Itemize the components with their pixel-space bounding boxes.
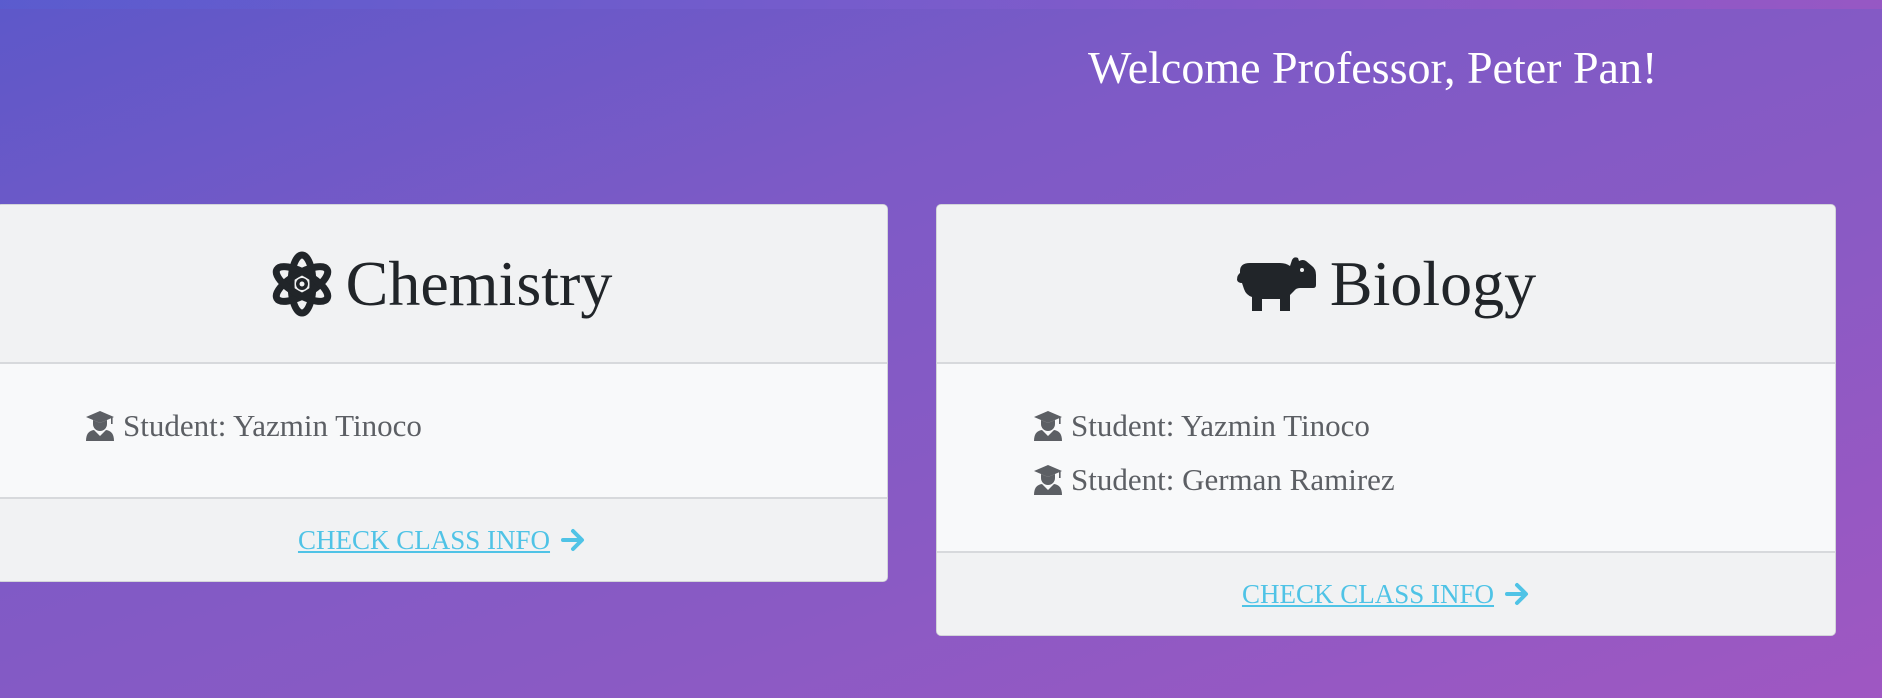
card-header: Biology xyxy=(937,205,1835,364)
graduate-icon xyxy=(1033,464,1063,496)
class-name: Biology xyxy=(1329,247,1537,319)
arrow-right-icon xyxy=(1504,581,1530,607)
class-card-biology: Biology Student: Yazmin Tinoco Student: … xyxy=(936,204,1836,636)
student-item: Student: Yazmin Tinoco xyxy=(85,406,422,446)
card-footer: CHECK CLASS INFO xyxy=(937,551,1835,635)
class-name: Chemistry xyxy=(345,247,613,319)
student-name: Student: Yazmin Tinoco xyxy=(123,408,422,443)
class-card-chemistry: Chemistry Student: Yazmin Tinoco CHECK C… xyxy=(0,204,888,582)
check-class-info-label: CHECK CLASS INFO xyxy=(297,524,551,555)
student-item: Student: German Ramirez xyxy=(1033,460,1395,500)
welcome-heading: Welcome Professor, Peter Pan! xyxy=(1088,42,1658,93)
card-footer: CHECK CLASS INFO xyxy=(0,497,887,581)
check-class-info-link[interactable]: CHECK CLASS INFO xyxy=(298,525,586,556)
arrow-right-icon xyxy=(560,527,586,553)
hippo-icon xyxy=(1236,255,1316,313)
check-class-info-label: CHECK CLASS INFO xyxy=(1241,578,1495,609)
check-class-info-link[interactable]: CHECK CLASS INFO xyxy=(1242,579,1530,610)
graduate-icon xyxy=(85,410,115,442)
student-item: Student: Yazmin Tinoco xyxy=(1033,406,1370,446)
top-strip xyxy=(0,0,1882,9)
student-name: Student: German Ramirez xyxy=(1071,462,1395,497)
atom-icon xyxy=(272,251,332,317)
card-title: Biology xyxy=(1236,247,1537,319)
student-name: Student: Yazmin Tinoco xyxy=(1071,408,1370,443)
card-title: Chemistry xyxy=(272,247,613,319)
graduate-icon xyxy=(1033,410,1063,442)
card-header: Chemistry xyxy=(0,205,887,364)
